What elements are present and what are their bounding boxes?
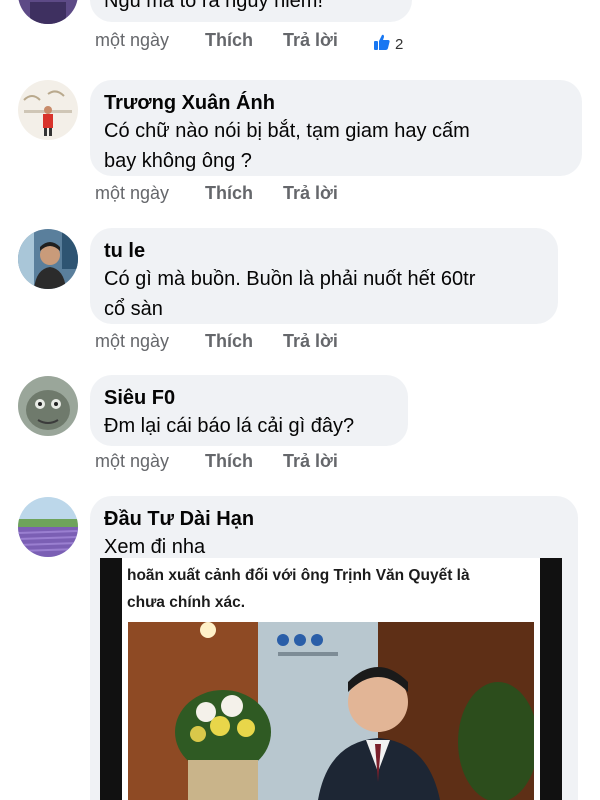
reply-button[interactable]: Trả lời xyxy=(283,451,338,472)
attachment-image[interactable]: hoãn xuất cảnh đối với ông Trịnh Văn Quy… xyxy=(100,558,562,800)
reply-button[interactable]: Trả lời xyxy=(283,30,338,51)
reaction-count: 2 xyxy=(395,35,404,53)
comment-actions: một ngày Thích Trả lời xyxy=(95,30,338,51)
comment-author[interactable]: Trương Xuân Ánh xyxy=(104,90,566,116)
comment-text-line: Có gì mà buồn. Buồn là phải nuốt hết 60t… xyxy=(104,268,476,290)
like-button[interactable]: Thích xyxy=(205,183,283,204)
comment-time[interactable]: một ngày xyxy=(95,331,205,352)
reply-button[interactable]: Trả lời xyxy=(283,183,338,204)
like-button[interactable]: Thích xyxy=(205,451,283,472)
like-button[interactable]: Thích xyxy=(205,30,283,51)
comment-bubble: Ngủ mà tỏ ra nguy hiểm! xyxy=(90,0,412,22)
avatar[interactable] xyxy=(18,0,78,24)
comment-text-line: cổ sàn xyxy=(104,298,163,320)
reply-button[interactable]: Trả lời xyxy=(283,331,338,352)
comment-time[interactable]: một ngày xyxy=(95,183,205,204)
reaction-summary[interactable]: 2 xyxy=(372,32,403,56)
comment-bubble: Trương Xuân Ánh Có chữ nào nói bị bắt, t… xyxy=(90,80,582,176)
comment-author[interactable]: Đầu Tư Dài Hạn xyxy=(104,506,562,532)
comment-text-line: bay không ông ? xyxy=(104,150,252,172)
comment-actions: một ngày Thích Trả lời xyxy=(95,451,338,472)
avatar[interactable] xyxy=(18,497,78,557)
comment-bubble: tu le Có gì mà buồn. Buồn là phải nuốt h… xyxy=(90,228,558,324)
attachment-screenshot: hoãn xuất cảnh đối với ông Trịnh Văn Quy… xyxy=(122,558,540,800)
comment-actions: một ngày Thích Trả lời xyxy=(95,331,338,352)
attachment-line: hoãn xuất cảnh đối với ông Trịnh Văn Quy… xyxy=(127,567,470,584)
comment-text: Đm lại cái báo lá cải gì đây? xyxy=(104,415,355,437)
comment-text: Ngủ mà tỏ ra nguy hiểm! xyxy=(104,0,323,12)
comment-text-line: Có chữ nào nói bị bắt, tạm giam hay cấm xyxy=(104,120,470,142)
comment-author[interactable]: tu le xyxy=(104,238,542,264)
comment-actions: một ngày Thích Trả lời xyxy=(95,183,338,204)
avatar[interactable] xyxy=(18,80,78,140)
attachment-photo xyxy=(128,622,534,800)
comment-time[interactable]: một ngày xyxy=(95,451,205,472)
avatar[interactable] xyxy=(18,229,78,289)
avatar[interactable] xyxy=(18,376,78,436)
like-button[interactable]: Thích xyxy=(205,331,283,352)
comment-time[interactable]: một ngày xyxy=(95,30,205,51)
attachment-text: hoãn xuất cảnh đối với ông Trịnh Văn Quy… xyxy=(127,562,532,616)
attachment-line: chưa chính xác. xyxy=(127,594,246,611)
comment-author[interactable]: Siêu F0 xyxy=(104,385,392,411)
thumbs-up-icon xyxy=(372,32,392,56)
comment-bubble: Siêu F0 Đm lại cái báo lá cải gì đây? xyxy=(90,375,408,446)
